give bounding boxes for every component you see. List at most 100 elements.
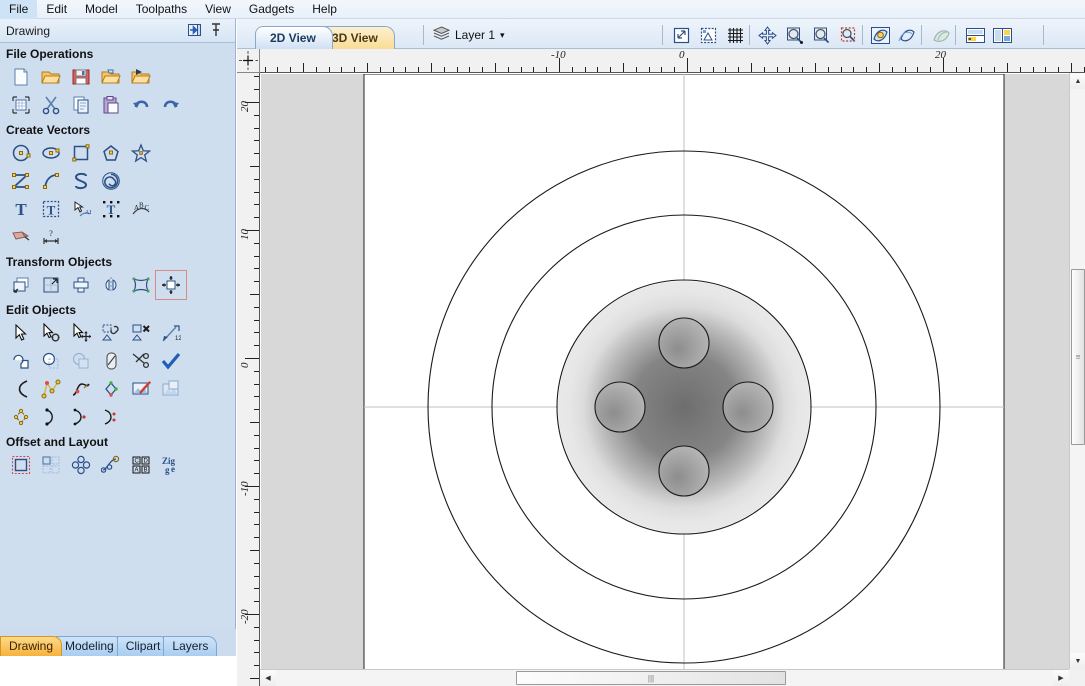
menu-item-edit[interactable]: Edit bbox=[37, 0, 76, 19]
vector-drawing[interactable] bbox=[261, 74, 1085, 686]
crop-bitmap-icon[interactable] bbox=[156, 375, 186, 403]
pan-view-icon[interactable] bbox=[755, 23, 779, 47]
check-geometry-icon[interactable] bbox=[156, 347, 186, 375]
select-vectors-icon[interactable] bbox=[6, 319, 36, 347]
scissors-trim-icon[interactable] bbox=[126, 347, 156, 375]
copy-along-curve-icon[interactable] bbox=[96, 451, 126, 479]
save-file-icon[interactable] bbox=[66, 63, 96, 91]
menu-item-toolpaths[interactable]: Toolpaths bbox=[127, 0, 196, 19]
curve-segment-1-icon[interactable] bbox=[36, 403, 66, 431]
layer-selector[interactable]: Layer 1 ▾ bbox=[432, 24, 505, 46]
curve-segment-3-icon[interactable] bbox=[96, 403, 126, 431]
menu-item-gadgets[interactable]: Gadgets bbox=[240, 0, 303, 19]
distort-objects-icon[interactable] bbox=[126, 271, 156, 299]
bitmap-fade-icon[interactable] bbox=[126, 375, 156, 403]
dimension-tool-icon[interactable]: ? bbox=[36, 223, 66, 251]
draw-spiral-icon[interactable] bbox=[96, 167, 126, 195]
zoom-box-icon[interactable] bbox=[836, 23, 860, 47]
toggle-model-icon[interactable] bbox=[929, 23, 953, 47]
scroll-up-arrow[interactable]: ▲ bbox=[1070, 73, 1085, 89]
create-text-icon[interactable]: T bbox=[6, 195, 36, 223]
horizontal-ruler[interactable]: -10 0 20 bbox=[260, 49, 1085, 73]
horizontal-scrollbar[interactable]: ◀ ||| ▶ bbox=[260, 669, 1069, 686]
rotate-objects-icon[interactable] bbox=[66, 271, 96, 299]
panel-tab-layers[interactable]: Layers bbox=[163, 636, 218, 656]
menu-item-help[interactable]: Help bbox=[303, 0, 346, 19]
menu-item-view[interactable]: View bbox=[196, 0, 240, 19]
draw-star-icon[interactable] bbox=[126, 139, 156, 167]
auto-text-layout-icon[interactable]: T bbox=[96, 195, 126, 223]
zoom-to-selection-icon[interactable] bbox=[669, 23, 693, 47]
draw-serpentine-icon[interactable] bbox=[66, 167, 96, 195]
draw-polyline-icon[interactable] bbox=[6, 167, 36, 195]
new-file-icon[interactable] bbox=[6, 63, 36, 91]
horizontal-scroll-thumb[interactable]: ||| bbox=[516, 671, 786, 685]
intersect-vectors-icon[interactable] bbox=[66, 347, 96, 375]
open-file-icon[interactable] bbox=[36, 63, 66, 91]
fillet-icon[interactable] bbox=[6, 375, 36, 403]
menu-item-model[interactable]: Model bbox=[76, 0, 127, 19]
draw-curve-icon[interactable] bbox=[36, 167, 66, 195]
subtract-vectors-icon[interactable] bbox=[36, 347, 66, 375]
scroll-down-arrow[interactable]: ▼ bbox=[1070, 653, 1085, 669]
toggle-grid-icon[interactable] bbox=[723, 23, 747, 47]
panel-tab-clipart[interactable]: Clipart bbox=[116, 636, 170, 656]
trim-vectors-icon[interactable] bbox=[96, 347, 126, 375]
import-vectors-icon[interactable] bbox=[96, 63, 126, 91]
paste-icon[interactable] bbox=[96, 91, 126, 119]
insert-node-icon[interactable] bbox=[36, 375, 66, 403]
edit-text-icon[interactable]: T bbox=[36, 195, 66, 223]
curve-fit-icon[interactable] bbox=[66, 375, 96, 403]
drawing-surface[interactable] bbox=[261, 74, 1085, 686]
menu-item-file[interactable]: File bbox=[0, 0, 38, 19]
draw-rectangle-icon[interactable] bbox=[66, 139, 96, 167]
panel-tab-modeling[interactable]: Modeling bbox=[56, 636, 123, 656]
tab-2d-view[interactable]: 2D View bbox=[255, 26, 333, 49]
pin-icon[interactable] bbox=[209, 22, 225, 38]
zoom-in-icon[interactable] bbox=[782, 23, 806, 47]
weld-vectors-icon[interactable] bbox=[6, 347, 36, 375]
close-vector-icon[interactable] bbox=[126, 319, 156, 347]
text-arc-icon[interactable]: ABC bbox=[126, 195, 156, 223]
vertical-ruler[interactable]: -20 -10 0 10 20 bbox=[237, 73, 260, 686]
zigzag-layout-icon[interactable]: Zig g e bbox=[156, 451, 186, 479]
ruler-corner[interactable] bbox=[237, 49, 260, 73]
nest-parts-icon[interactable]: CDAB bbox=[126, 451, 156, 479]
undo-icon[interactable] bbox=[126, 91, 156, 119]
measure-icon[interactable]: 12 bbox=[156, 319, 186, 347]
toggle-vectors-icon[interactable] bbox=[868, 23, 892, 47]
offset-node-icon[interactable] bbox=[96, 375, 126, 403]
scroll-left-arrow[interactable]: ◀ bbox=[260, 670, 276, 686]
copy-icon[interactable] bbox=[66, 91, 96, 119]
zoom-out-icon[interactable] bbox=[809, 23, 833, 47]
node-edit-icon[interactable] bbox=[36, 319, 66, 347]
move-select-icon[interactable] bbox=[66, 319, 96, 347]
array-copy-icon[interactable] bbox=[36, 451, 66, 479]
draw-polygon-icon[interactable] bbox=[96, 139, 126, 167]
job-setup-icon[interactable] bbox=[6, 91, 36, 119]
cut-icon[interactable] bbox=[36, 91, 66, 119]
redo-icon[interactable] bbox=[156, 91, 186, 119]
join-vectors-icon[interactable] bbox=[96, 319, 126, 347]
panel-tab-drawing[interactable]: Drawing bbox=[0, 636, 63, 656]
toggle-vector-outline-icon[interactable] bbox=[895, 23, 919, 47]
scale-objects-icon[interactable] bbox=[36, 271, 66, 299]
zoom-to-drawing-icon[interactable] bbox=[696, 23, 720, 47]
draw-ellipse-icon[interactable] bbox=[36, 139, 66, 167]
split-view-vertical-icon[interactable] bbox=[990, 23, 1014, 47]
auto-hide-arrow-icon[interactable] bbox=[187, 22, 203, 38]
vertical-scroll-thumb[interactable]: ≡ bbox=[1071, 269, 1085, 445]
draw-circle-icon[interactable] bbox=[6, 139, 36, 167]
chevron-down-icon[interactable]: ▾ bbox=[500, 30, 505, 41]
block-copy-icon[interactable] bbox=[66, 451, 96, 479]
move-objects-icon[interactable] bbox=[6, 271, 36, 299]
scroll-right-arrow[interactable]: ▶ bbox=[1053, 670, 1069, 686]
vertical-scrollbar[interactable]: ▲ ≡ ▼ bbox=[1069, 73, 1085, 669]
wrap-vector-icon[interactable] bbox=[6, 403, 36, 431]
mirror-objects-icon[interactable] bbox=[96, 271, 126, 299]
align-objects-icon[interactable] bbox=[155, 270, 187, 300]
import-bitmap-icon[interactable] bbox=[126, 63, 156, 91]
trace-bitmap-icon[interactable] bbox=[6, 223, 36, 251]
offset-vectors-icon[interactable] bbox=[6, 451, 36, 479]
split-view-horizontal-icon[interactable] bbox=[963, 23, 987, 47]
